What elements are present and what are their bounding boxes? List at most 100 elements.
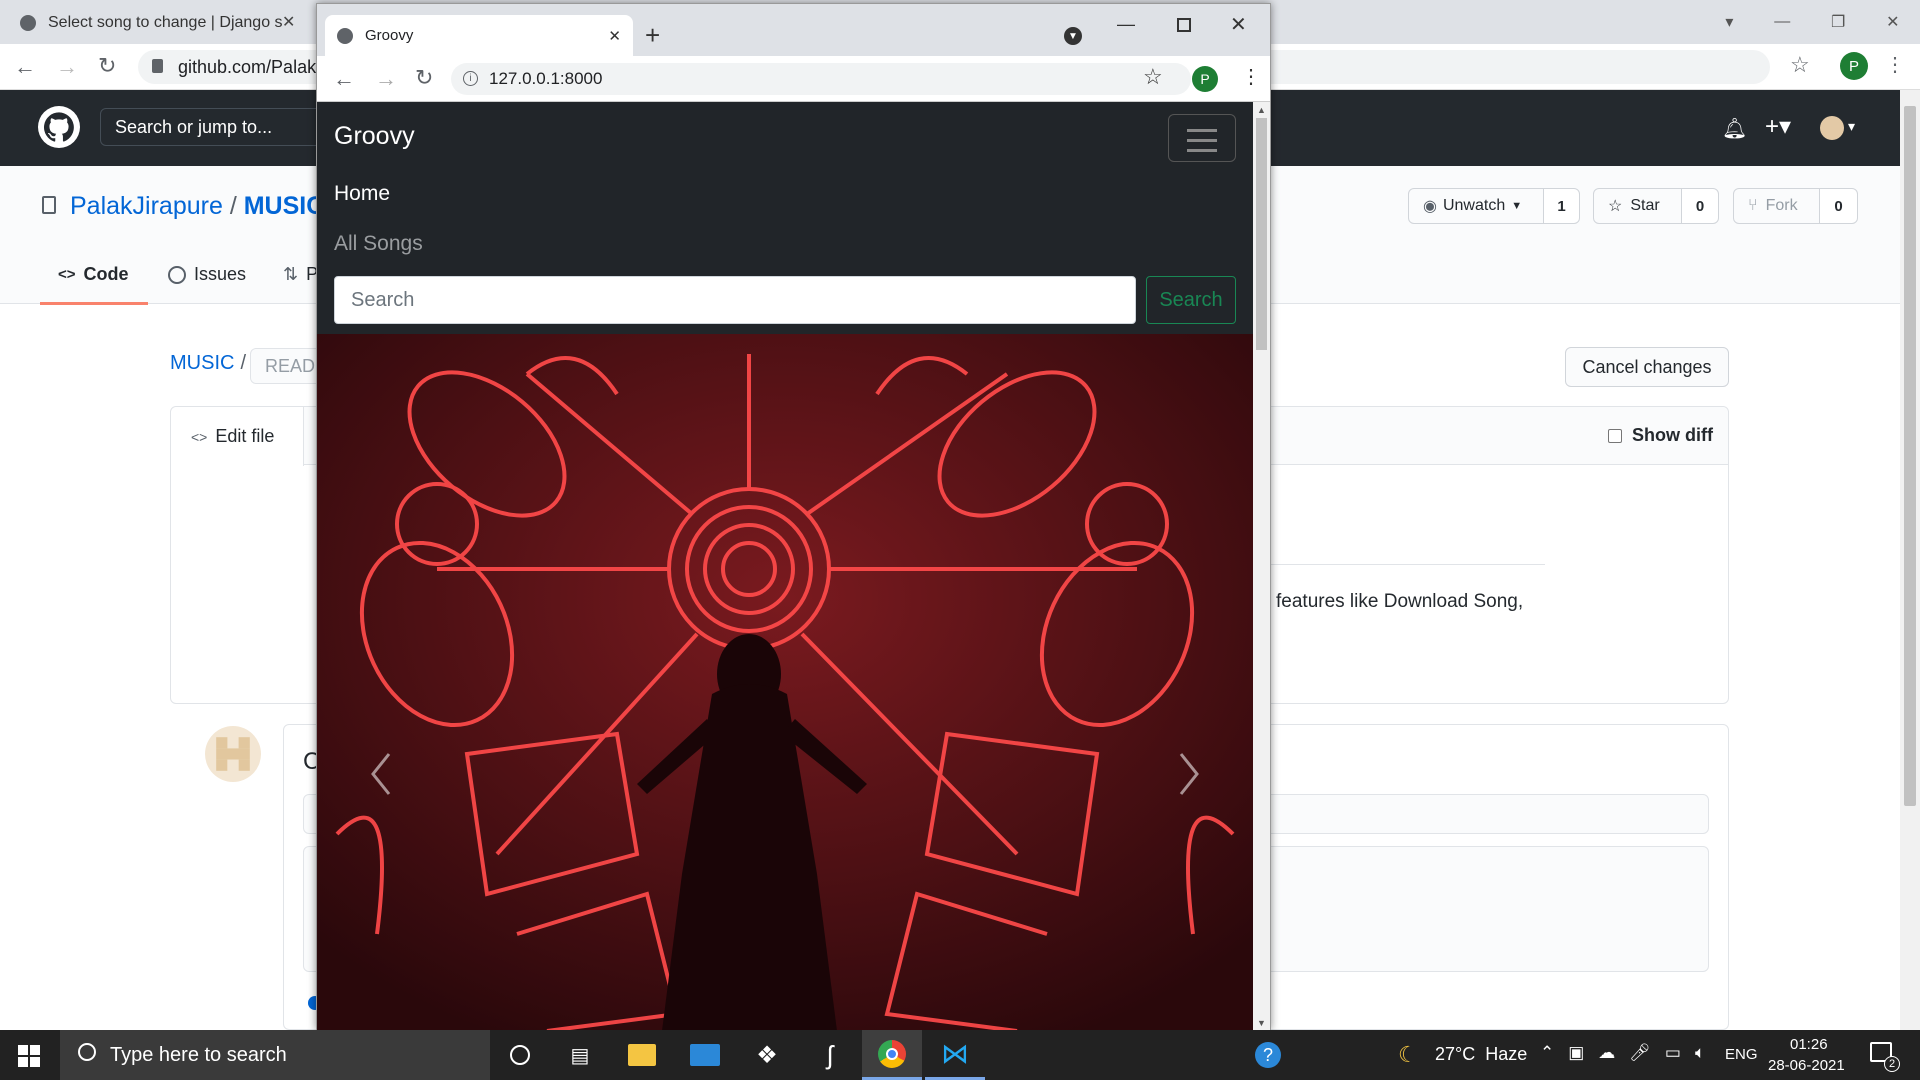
help-icon[interactable]: ? bbox=[1238, 1030, 1298, 1080]
new-tab-icon[interactable]: + bbox=[645, 20, 660, 51]
cortana-icon[interactable] bbox=[490, 1030, 550, 1080]
tab-close-icon[interactable]: ✕ bbox=[282, 12, 295, 32]
star-icon: ☆ bbox=[1608, 198, 1623, 215]
taskbar-search-box[interactable]: Type here to search bbox=[60, 1030, 490, 1080]
tab-code[interactable]: <> Code bbox=[58, 264, 129, 285]
scroll-down-icon[interactable]: ▼ bbox=[1253, 1015, 1270, 1031]
menu-dots-icon[interactable]: ⋮ bbox=[1241, 64, 1261, 89]
github-scroll-thumb[interactable] bbox=[1904, 106, 1916, 806]
profile-avatar[interactable]: P bbox=[1840, 52, 1868, 80]
code-icon: <> bbox=[58, 266, 76, 283]
weather-text[interactable]: 27°C Haze bbox=[1435, 1044, 1527, 1065]
caret-down-icon: ▼ bbox=[1511, 200, 1523, 212]
unwatch-button[interactable]: ◉ Unwatch ▼ bbox=[1408, 188, 1544, 224]
show-diff-checkbox[interactable] bbox=[1608, 428, 1622, 443]
minimize-icon[interactable]: — bbox=[1117, 14, 1135, 35]
profile-avatar[interactable]: P bbox=[1192, 66, 1218, 92]
tab-issues[interactable]: Issues bbox=[168, 264, 246, 285]
github-search-input[interactable]: Search or jump to... bbox=[100, 108, 340, 146]
reload-icon[interactable]: ↻ bbox=[98, 53, 116, 79]
star-button[interactable]: ☆ Star bbox=[1593, 188, 1682, 224]
github-logo-icon[interactable] bbox=[38, 106, 80, 148]
close-icon[interactable]: ✕ bbox=[1886, 12, 1899, 32]
back-icon[interactable]: ← bbox=[333, 66, 355, 92]
nav-all-songs-link[interactable]: All Songs bbox=[334, 232, 423, 256]
windows-start-icon[interactable] bbox=[18, 1045, 40, 1067]
show-diff-toggle[interactable]: Show diff bbox=[1608, 425, 1713, 446]
tab-title: Select song to change | Django s bbox=[48, 14, 283, 31]
groovy-page: Groovy Home All Songs Search Search bbox=[317, 102, 1253, 1031]
lock-icon bbox=[152, 59, 163, 73]
fork-icon: ⑂ bbox=[1748, 197, 1758, 214]
page-scrollbar[interactable]: ▲ ▼ bbox=[1253, 102, 1270, 1031]
dropbox-icon[interactable]: ❖ bbox=[737, 1030, 797, 1080]
edit-file-tab[interactable]: <> Edit file bbox=[171, 407, 304, 466]
file-explorer-icon[interactable] bbox=[612, 1030, 672, 1080]
tab-search-icon[interactable]: ▼ bbox=[1064, 27, 1082, 45]
globe-icon bbox=[20, 15, 36, 31]
bookmark-star-icon[interactable]: ☆ bbox=[1143, 64, 1163, 90]
fork-count[interactable]: 0 bbox=[1819, 188, 1858, 224]
fork-button[interactable]: ⑂ Fork bbox=[1733, 188, 1820, 224]
reload-icon[interactable]: ↻ bbox=[415, 65, 433, 91]
github-scrollbar[interactable] bbox=[1900, 90, 1920, 1030]
avatar-caret-icon[interactable]: ▾ bbox=[1848, 118, 1855, 135]
groovy-tab[interactable]: Groovy ✕ bbox=[325, 15, 633, 56]
nav-home-link[interactable]: Home bbox=[334, 182, 390, 206]
mail-icon[interactable] bbox=[675, 1030, 735, 1080]
carousel-next-button[interactable]: › bbox=[1153, 634, 1213, 714]
breadcrumb-repo-link[interactable]: MUSIC bbox=[170, 352, 234, 375]
repo-name-link[interactable]: MUSIC bbox=[244, 192, 325, 220]
filename-input[interactable]: READM bbox=[250, 348, 330, 384]
scroll-thumb[interactable] bbox=[1256, 118, 1267, 350]
search-button[interactable]: Search bbox=[1146, 276, 1236, 324]
tab-close-icon[interactable]: ✕ bbox=[608, 27, 621, 45]
forward-icon[interactable]: → bbox=[56, 54, 78, 80]
cancel-changes-button[interactable]: Cancel changes bbox=[1565, 347, 1729, 387]
clock-date[interactable]: 28-06-2021 bbox=[1768, 1057, 1845, 1074]
maximize-icon[interactable] bbox=[1177, 18, 1191, 32]
clock-time[interactable]: 01:26 bbox=[1790, 1036, 1828, 1053]
watch-count[interactable]: 1 bbox=[1543, 188, 1580, 224]
background-tab[interactable]: Select song to change | Django s bbox=[8, 2, 308, 44]
weather-moon-icon: ☾ bbox=[1398, 1042, 1418, 1067]
minimize-icon[interactable]: — bbox=[1774, 13, 1790, 31]
bell-icon[interactable]: 🔔︎ bbox=[1722, 116, 1747, 141]
tab-pull-requests[interactable]: ⇅ P bbox=[283, 264, 318, 285]
carousel: ‹ › bbox=[317, 334, 1253, 1031]
sublime-text-icon[interactable]: ʃ bbox=[800, 1030, 860, 1080]
navbar-toggler-button[interactable] bbox=[1168, 114, 1236, 162]
repo-owner-link[interactable]: PalakJirapure bbox=[70, 192, 223, 220]
search-input[interactable]: Search bbox=[334, 276, 1136, 324]
maximize-icon[interactable]: ❐ bbox=[1831, 12, 1845, 32]
taskbar-search-text: Type here to search bbox=[110, 1043, 287, 1066]
star-label: Star bbox=[1630, 197, 1660, 214]
chrome-icon[interactable] bbox=[862, 1030, 922, 1080]
forward-icon[interactable]: → bbox=[375, 66, 397, 92]
commit-avatar bbox=[205, 726, 261, 782]
scroll-up-icon[interactable]: ▲ bbox=[1253, 102, 1270, 118]
navbar-brand[interactable]: Groovy bbox=[334, 122, 415, 151]
globe-icon bbox=[337, 27, 353, 44]
system-tray-icons[interactable]: ⌃▣☁🎤︎▭🔈︎ bbox=[1540, 1043, 1719, 1063]
carousel-prev-button[interactable]: ‹ bbox=[357, 634, 417, 714]
tab-issues-label: Issues bbox=[194, 264, 247, 284]
breadcrumb: MUSIC / bbox=[170, 352, 246, 375]
taskbar: Type here to search ▤ ❖ ʃ ⋈ ? ☾ 27°C Haz… bbox=[0, 1030, 1920, 1080]
user-avatar[interactable] bbox=[1820, 116, 1844, 140]
plus-dropdown-icon[interactable]: +▾ bbox=[1765, 112, 1791, 141]
back-icon[interactable]: ← bbox=[14, 54, 36, 80]
star-count[interactable]: 0 bbox=[1681, 188, 1719, 224]
url-text: 127.0.0.1:8000 bbox=[489, 69, 603, 88]
vscode-icon[interactable]: ⋈ bbox=[925, 1030, 985, 1080]
notifications-count: 2 bbox=[1884, 1056, 1900, 1072]
task-view-icon[interactable]: ▤ bbox=[550, 1030, 610, 1080]
address-bar[interactable]: i 127.0.0.1:8000 bbox=[451, 63, 1191, 95]
close-icon[interactable]: ✕ bbox=[1230, 12, 1247, 37]
language-indicator[interactable]: ENG bbox=[1725, 1046, 1758, 1063]
tab-search-icon[interactable]: ▾ bbox=[1725, 12, 1733, 32]
menu-dots-icon[interactable]: ⋮ bbox=[1885, 52, 1905, 77]
repo-separator: / bbox=[229, 192, 237, 220]
bookmark-star-icon[interactable]: ☆ bbox=[1790, 52, 1810, 78]
tab-code-underline bbox=[40, 302, 148, 305]
